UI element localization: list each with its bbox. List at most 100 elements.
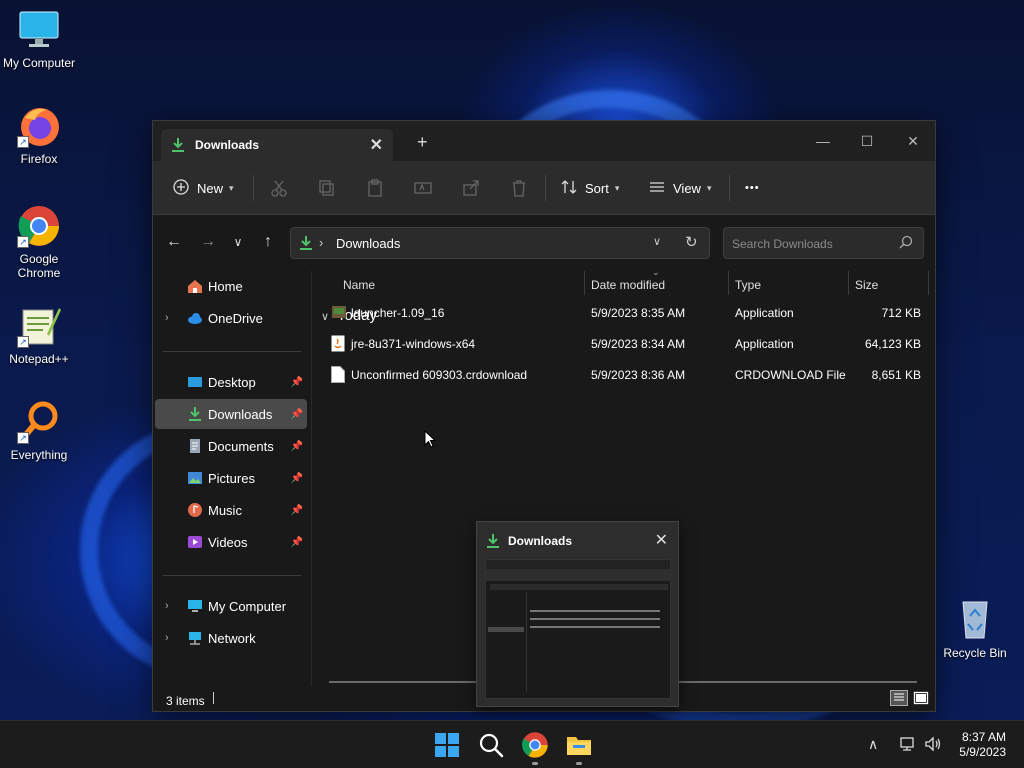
table-row[interactable]: launcher-1.09_16 5/9/2023 8:35 AM Applic…: [313, 298, 933, 328]
preview-title: Downloads: [508, 534, 573, 548]
table-row[interactable]: Unconfirmed 609303.crdownload 5/9/2023 8…: [313, 360, 933, 390]
address-dropdown-chevron-icon[interactable]: ∨: [653, 235, 661, 248]
nav-item-downloads[interactable]: Downloads 📌: [155, 399, 307, 429]
column-separator[interactable]: [848, 271, 849, 295]
taskbar-window-preview[interactable]: Downloads ✕: [476, 521, 679, 707]
breadcrumb-downloads[interactable]: Downloads: [336, 236, 400, 251]
table-row[interactable]: [313, 448, 933, 478]
view-button[interactable]: View ▾: [649, 176, 711, 200]
recent-locations-chevron-icon[interactable]: ∨: [227, 235, 249, 249]
nav-label: Pictures: [208, 470, 255, 486]
title-bar: Downloads ✕ + — ☐ ✕: [153, 121, 935, 161]
column-header-size[interactable]: Size: [855, 278, 878, 292]
desktop-icon-label: Notepad++: [9, 352, 69, 366]
desktop-icon-everything[interactable]: ↗ Everything: [0, 400, 78, 462]
thumb-titlebar: [486, 560, 670, 569]
refresh-icon[interactable]: ↻: [685, 233, 698, 251]
running-indicator: [576, 762, 582, 765]
monitor-icon: [187, 598, 203, 614]
up-arrow-icon[interactable]: ↑: [257, 233, 279, 251]
firefox-icon: ↗: [17, 104, 61, 148]
column-header-name[interactable]: Name: [343, 278, 375, 292]
pane-splitter[interactable]: [311, 271, 312, 686]
desktop-icon-chrome[interactable]: ↗ Google Chrome: [0, 204, 78, 280]
share-icon[interactable]: [461, 178, 481, 198]
nav-item-onedrive[interactable]: › OneDrive: [155, 303, 307, 333]
file-type: CRDOWNLOAD File: [735, 368, 846, 382]
nav-item-my-computer[interactable]: › My Computer: [155, 591, 307, 621]
file-explorer-icon[interactable]: [565, 731, 593, 759]
network-icon: [187, 630, 203, 646]
notepadpp-icon: ↗: [17, 304, 61, 348]
rename-icon[interactable]: [413, 178, 433, 198]
desktop-icon-recycle-bin[interactable]: Recycle Bin: [940, 596, 1010, 660]
clock-date: 5/9/2023: [959, 745, 1006, 759]
pin-icon: 📌: [290, 536, 303, 548]
address-bar[interactable]: › Downloads ∨ ↻: [290, 227, 710, 259]
minimize-button[interactable]: —: [801, 127, 845, 155]
desktop-icon-firefox[interactable]: ↗ Firefox: [0, 104, 78, 166]
delete-icon[interactable]: [509, 178, 529, 198]
cloud-icon: [187, 310, 203, 326]
search-icon[interactable]: [477, 731, 505, 759]
preview-close-icon[interactable]: ✕: [655, 530, 668, 550]
show-hidden-icons-chevron-icon[interactable]: ∧: [868, 736, 878, 753]
chevron-down-icon: ▾: [614, 182, 620, 193]
volume-icon[interactable]: [924, 736, 942, 755]
video-icon: [187, 534, 203, 550]
desktop-icon-label: Firefox: [20, 152, 58, 166]
tab-close-icon[interactable]: ✕: [370, 135, 383, 155]
system-clock[interactable]: 8:37 AM 5/9/2023: [959, 730, 1006, 760]
document-icon: [187, 438, 203, 454]
nav-item-home[interactable]: Home: [155, 271, 307, 301]
details-view-icon[interactable]: [890, 690, 908, 706]
nav-item-documents[interactable]: Documents 📌: [155, 431, 307, 461]
column-separator[interactable]: [928, 271, 929, 295]
file-size: 712 KB: [881, 306, 921, 320]
start-icon[interactable]: [433, 731, 461, 759]
file-date: 5/9/2023 8:36 AM: [591, 368, 686, 382]
view-icon: [649, 179, 665, 198]
column-header-type[interactable]: Type: [735, 278, 761, 292]
maximize-button[interactable]: ☐: [845, 127, 889, 155]
address-row: ← → ∨ ↑ › Downloads ∨ ↻ Search Downloads: [153, 215, 935, 271]
column-separator[interactable]: [728, 271, 729, 295]
nav-item-music[interactable]: Music 📌: [155, 495, 307, 525]
close-button[interactable]: ✕: [891, 127, 935, 155]
nav-item-videos[interactable]: Videos 📌: [155, 527, 307, 557]
desktop-icon-notepadpp[interactable]: ↗ Notepad++: [0, 304, 78, 366]
sort-button[interactable]: Sort ▾: [561, 176, 619, 200]
nav-item-network[interactable]: › Network: [155, 623, 307, 653]
running-indicator: [532, 762, 538, 765]
search-input[interactable]: Search Downloads: [723, 227, 924, 259]
cut-icon[interactable]: [269, 178, 289, 198]
picture-icon: [187, 470, 203, 486]
tab-downloads[interactable]: Downloads ✕: [161, 129, 393, 161]
tiles-view-icon[interactable]: [913, 690, 929, 706]
music-icon: [187, 502, 203, 518]
thumb-file-line: [530, 610, 660, 612]
nav-label: Downloads: [208, 406, 273, 422]
back-arrow-icon[interactable]: ←: [163, 233, 185, 251]
nav-item-desktop[interactable]: Desktop 📌: [155, 367, 307, 397]
table-row[interactable]: jre-8u371-windows-x64 5/9/2023 8:34 AM A…: [313, 329, 933, 359]
chrome-icon[interactable]: [521, 731, 549, 759]
clock-time: 8:37 AM: [961, 730, 1006, 744]
download-icon: [299, 235, 313, 254]
breadcrumb-chevron-icon: ›: [319, 235, 324, 250]
column-header-date[interactable]: Date modified: [591, 278, 665, 292]
new-tab-button[interactable]: +: [417, 133, 428, 151]
nav-item-pictures[interactable]: Pictures 📌: [155, 463, 307, 493]
new-button[interactable]: New ▾: [173, 176, 234, 200]
desktop-icon-label: Google Chrome: [17, 252, 61, 280]
more-options-button[interactable]: •••: [745, 176, 760, 200]
plus-circle-icon: [173, 178, 189, 198]
network-status-icon[interactable]: [899, 736, 917, 755]
copy-icon[interactable]: [317, 178, 337, 198]
sort-icon: [561, 179, 577, 198]
paste-icon[interactable]: [365, 178, 385, 198]
forward-arrow-icon[interactable]: →: [197, 233, 219, 251]
column-separator[interactable]: [584, 271, 585, 295]
desktop-icon-my-computer[interactable]: My Computer: [0, 8, 78, 70]
nav-label: Videos: [208, 534, 248, 550]
